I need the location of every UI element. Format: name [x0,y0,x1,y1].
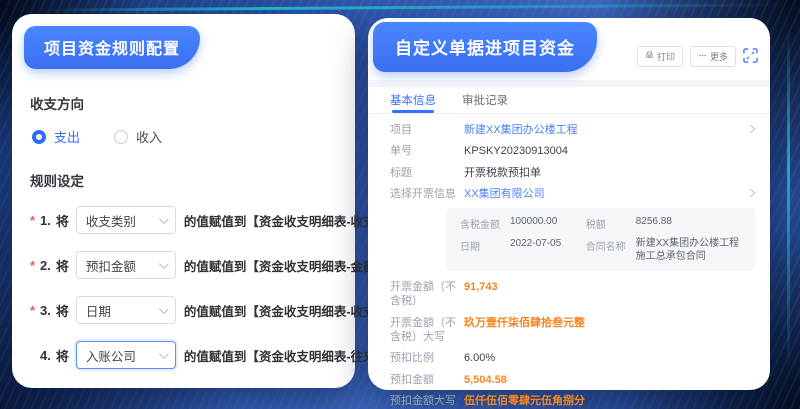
print-button[interactable]: 打印 [637,46,683,67]
left-card-title: 项目资金规则配置 [24,26,200,69]
radio-expense-label[interactable]: 支出 [54,127,80,146]
rule-field-select-1[interactable]: 收支类别 [76,206,176,234]
field-row-invoice-amount: 开票金额（不含税） 91,743 [390,280,756,309]
invoice-company-link[interactable]: XX集团有限公司 [464,187,545,201]
field-value: 伍仟伍佰零肆元伍角捌分 [464,394,585,408]
field-value: KPSKY20230913004 [464,144,568,158]
field-value: 新建XX集团办公楼工程施工总承包合同 [636,238,742,263]
document-detail-card: 自定义单据进项目资金 打印 更多 基本信息 审批记录 [368,18,770,390]
rule-word: 将 [56,256,69,275]
field-label: 合同名称 [586,238,636,253]
field-value: 6.00% [464,351,495,365]
field-value: 100000.00 [510,216,557,229]
radio-income-label[interactable]: 收入 [136,127,162,146]
print-icon [645,51,654,62]
field-row-doc-number: 单号 KPSKY20230913004 [390,144,756,158]
select-value: 入账公司 [86,346,136,365]
radio-expense[interactable] [32,130,46,144]
fullscreen-button[interactable] [743,48,758,66]
rule-row-1: * 1. 将 收支类别 的值赋值到【资金收支明细表-收支类别】中 [30,206,337,234]
chevron-down-icon [159,214,169,224]
rule-row-3: * 3. 将 日期 的值赋值到【资金收支明细表-收支日期】中 [30,296,337,324]
field-row-project: 项目 新建XX集团办公楼工程 [390,123,756,137]
header-divider-strip [368,80,770,87]
rule-number: 2. [40,258,51,273]
field-value: 2022-07-05 [510,238,561,251]
field-row-invoice-info: 选择开票信息 XX集团有限公司 [390,187,756,201]
select-value: 预扣金额 [86,256,136,275]
field-value: 开票税款预扣单 [464,166,541,180]
rule-field-select-4[interactable]: 入账公司 [76,341,176,369]
field-row-title: 标题 开票税款预扣单 [390,166,756,180]
rules-list: * 1. 将 收支类别 的值赋值到【资金收支明细表-收支类别】中 * 2. 将 … [30,206,337,369]
print-button-label: 打印 [657,50,675,63]
field-label: 标题 [390,166,464,180]
cyan-top-accent-line [40,3,780,11]
field-label: 日期 [460,238,510,253]
project-link[interactable]: 新建XX集团办公楼工程 [464,123,578,137]
detail-form: 项目 新建XX集团办公楼工程 单号 KPSKY20230913004 标题 开票… [368,114,770,409]
field-label: 预扣金额大写 [390,394,464,408]
more-icon [698,51,707,62]
chevron-right-icon[interactable] [747,189,755,197]
rules-section-label: 规则设定 [30,170,337,190]
radio-income[interactable] [114,130,128,144]
contract-amount-item: 含税金额 100000.00 [460,216,576,231]
rule-number: 1. [40,213,51,228]
contract-date-item: 日期 2022-07-05 [460,238,576,263]
rule-field-select-3[interactable]: 日期 [76,296,176,324]
right-card-title: 自定义单据进项目资金 [373,22,597,72]
field-value: 5,504.58 [464,373,507,387]
direction-radio-group: 支出 收入 [32,127,337,146]
required-asterisk: * [30,213,40,228]
contract-name-item: 合同名称 新建XX集团办公楼工程施工总承包合同 [586,238,742,263]
select-value: 收支类别 [86,211,136,230]
field-row-withhold-ratio: 预扣比例 6.00% [390,351,756,365]
cyan-right-accent-line [787,30,790,370]
field-label: 项目 [390,123,464,137]
field-row-withhold-amount: 预扣金额 5,504.58 [390,373,756,387]
chevron-down-icon [159,304,169,314]
rule-config-card: 项目资金规则配置 收支方向 支出 收入 规则设定 * 1. 将 收支类别 的值赋… [12,14,355,388]
fullscreen-icon [743,48,758,66]
field-label: 预扣比例 [390,351,464,365]
more-button[interactable]: 更多 [690,46,736,67]
detail-tabs: 基本信息 审批记录 [368,87,770,114]
tab-basic-info[interactable]: 基本信息 [390,87,436,113]
tax-amount-item: 税额 8256.88 [586,216,742,231]
field-label: 含税金额 [460,216,510,231]
rule-number: 3. [40,303,51,318]
field-label: 选择开票信息 [390,187,464,201]
field-label: 预扣金额 [390,373,464,387]
rule-word: 将 [56,211,69,230]
field-row-invoice-amount-words: 开票金额（不含税）大写 玖万壹仟柒佰肆拾叁元整 [390,316,756,345]
more-button-label: 更多 [710,50,728,63]
field-label: 单号 [390,144,464,158]
contract-info-box: 含税金额 100000.00 税额 8256.88 日期 2022-07-05 … [446,208,756,271]
direction-section-label: 收支方向 [30,93,337,113]
rule-number: 4. [40,348,51,363]
chevron-right-icon[interactable] [747,125,755,133]
field-label: 开票金额（不含税）大写 [390,316,464,345]
field-value: 8256.88 [636,216,672,229]
field-label: 开票金额（不含税） [390,280,464,309]
field-row-withhold-amount-words: 预扣金额大写 伍仟伍佰零肆元伍角捌分 [390,394,756,408]
rule-word: 将 [56,346,69,365]
rule-field-select-2[interactable]: 预扣金额 [76,251,176,279]
field-label: 税额 [586,216,636,231]
document-toolbar: 打印 更多 [637,46,758,67]
rule-word: 将 [56,301,69,320]
select-value: 日期 [86,301,111,320]
rule-row-2: * 2. 将 预扣金额 的值赋值到【资金收支明细表-金额】中 [30,251,337,279]
chevron-down-icon [159,259,169,269]
field-value: 玖万壹仟柒佰肆拾叁元整 [464,316,585,330]
required-asterisk: * [30,303,40,318]
chevron-down-icon [159,349,169,359]
required-asterisk: * [30,258,40,273]
tab-approval-record[interactable]: 审批记录 [462,87,508,113]
rule-row-4: 4. 将 入账公司 的值赋值到【资金收支明细表-往来单位】中 [30,341,337,369]
field-value: 91,743 [464,280,498,294]
